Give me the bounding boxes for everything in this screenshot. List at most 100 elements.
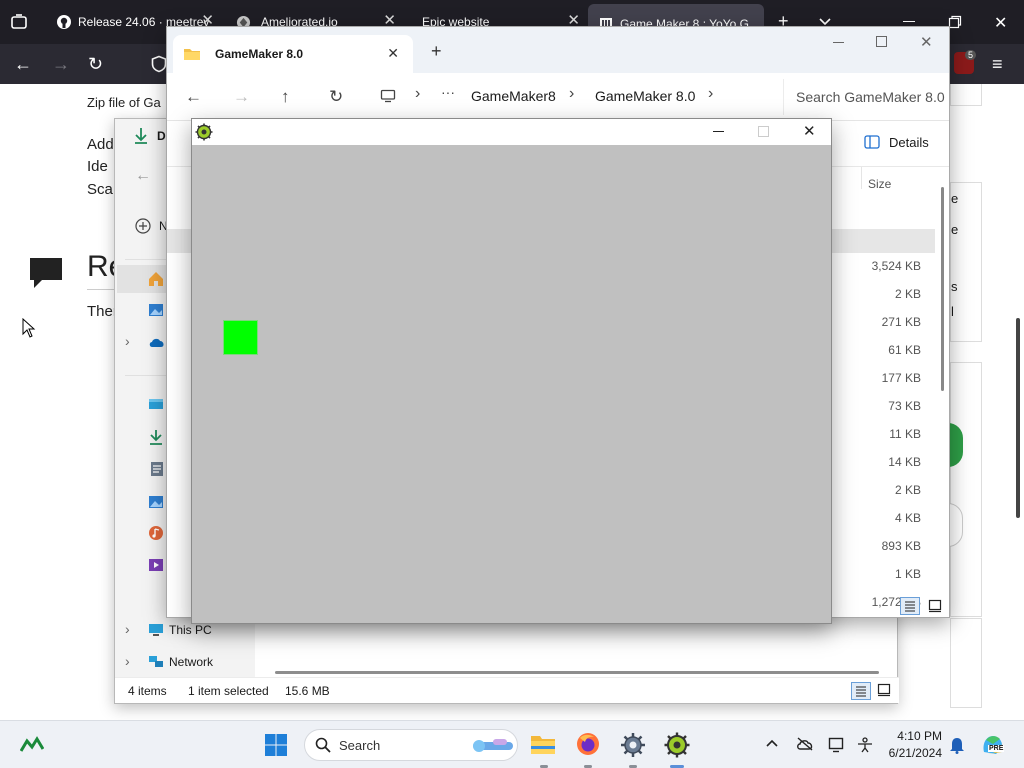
clock-time[interactable]: 4:10 PM xyxy=(880,729,942,743)
search-input[interactable]: Search GameMaker 8.0 xyxy=(783,79,949,115)
video-icon xyxy=(148,558,164,572)
file-size: 2 KB xyxy=(894,287,921,301)
new-icon[interactable] xyxy=(135,218,151,234)
file-size: 73 KB xyxy=(888,399,921,413)
tab-overview-icon[interactable] xyxy=(10,13,28,31)
mouse-cursor-icon xyxy=(22,318,36,338)
reload-icon[interactable]: ↻ xyxy=(88,55,103,73)
explorer-nav-bar: ← → ↑ ↻ › ··· GameMaker8 › GameMaker 8.0… xyxy=(167,73,949,121)
chevron-right-icon[interactable]: › xyxy=(708,85,713,103)
firefox-icon[interactable] xyxy=(576,732,600,756)
tiles-view-button[interactable] xyxy=(877,683,891,697)
gallery-icon xyxy=(148,302,164,318)
chevron-right-icon[interactable]: › xyxy=(415,85,420,103)
explorer-tab-title: GameMaker 8.0 xyxy=(215,47,304,61)
file-size: 3,524 KB xyxy=(871,259,921,273)
status-item-count: 4 items xyxy=(128,684,167,698)
close-window-icon[interactable]: ✕ xyxy=(803,122,816,140)
github-icon xyxy=(56,14,72,30)
horizontal-scrollbar[interactable] xyxy=(275,671,879,674)
search-label: Search xyxy=(339,738,381,753)
tiles-view-button[interactable] xyxy=(928,599,942,613)
details-view-button[interactable] xyxy=(851,682,871,700)
game-canvas[interactable] xyxy=(192,145,831,623)
page-fragment: s xyxy=(951,279,958,294)
chevron-right-icon[interactable]: › xyxy=(125,333,130,349)
forward-icon[interactable]: → xyxy=(233,88,250,105)
maximize-icon[interactable] xyxy=(758,126,769,137)
page-fragment: e xyxy=(951,222,959,237)
ublock-extension-icon[interactable]: 5 xyxy=(954,50,976,74)
page-text-ide: Ide xyxy=(87,158,108,175)
forward-icon[interactable]: → xyxy=(52,55,70,73)
chevron-up-icon[interactable] xyxy=(765,738,779,748)
monitor-icon[interactable] xyxy=(380,89,396,103)
taskbar-search[interactable]: Search xyxy=(304,729,518,761)
page-text-zip: Zip file of Ga xyxy=(87,95,161,110)
player-block xyxy=(224,321,257,354)
menu-icon[interactable]: ≡ xyxy=(992,55,1003,73)
clock-date[interactable]: 6/21/2024 xyxy=(870,746,942,760)
page-fragment: e xyxy=(951,191,959,206)
breadcrumb-item[interactable]: GameMaker8 xyxy=(471,88,556,104)
chevron-right-icon[interactable]: › xyxy=(569,85,574,103)
chevron-right-icon[interactable]: › xyxy=(125,621,130,637)
sidebar-item-network[interactable]: › Network xyxy=(115,649,255,675)
page-card-edge xyxy=(933,362,982,617)
more-icon[interactable]: ··· xyxy=(441,84,455,100)
search-placeholder: Search GameMaker 8.0 xyxy=(796,89,945,105)
close-window-icon[interactable]: ✕ xyxy=(920,33,933,51)
refresh-icon[interactable]: ↻ xyxy=(329,88,343,105)
page-card-edge xyxy=(950,618,982,708)
network-icon xyxy=(148,655,164,669)
computer-icon xyxy=(148,623,164,637)
up-icon[interactable]: ↑ xyxy=(281,88,290,105)
comment-icon xyxy=(28,256,64,290)
widgets-icon[interactable] xyxy=(20,735,44,755)
close-tab-icon[interactable]: ✕ xyxy=(387,45,399,62)
close-window-icon[interactable]: ✕ xyxy=(994,13,1007,33)
download-icon xyxy=(149,429,163,445)
file-size: 11 KB xyxy=(889,427,921,441)
file-size: 4 KB xyxy=(894,511,921,525)
chevron-right-icon[interactable]: › xyxy=(125,653,130,669)
details-view-button[interactable] xyxy=(900,597,920,615)
restore-icon[interactable] xyxy=(948,15,962,29)
explorer-tab[interactable]: GameMaker 8.0 ✕ xyxy=(173,35,413,73)
notification-bell-icon[interactable] xyxy=(949,736,965,754)
download-icon xyxy=(133,127,149,145)
settings-gear-icon[interactable] xyxy=(620,732,646,758)
minimize-icon[interactable] xyxy=(833,42,844,43)
status-bar: 4 items 1 item selected 15.6 MB xyxy=(115,677,899,703)
copilot-icon[interactable]: PRE xyxy=(980,732,1006,758)
file-explorer-icon[interactable] xyxy=(530,733,556,755)
minimize-icon[interactable] xyxy=(713,131,724,132)
explorer-title-bar: GameMaker 8.0 ✕ + ✕ xyxy=(167,27,949,73)
desktop-icon xyxy=(148,398,164,412)
file-size: 271 KB xyxy=(881,315,921,329)
file-size: 61 KB xyxy=(888,343,921,357)
page-card-edge xyxy=(950,84,982,106)
cloud-offline-icon[interactable] xyxy=(796,737,814,751)
details-pane-icon[interactable] xyxy=(864,135,880,149)
maximize-icon[interactable] xyxy=(876,36,887,47)
display-icon[interactable] xyxy=(828,737,846,753)
new-tab-icon[interactable]: + xyxy=(431,41,442,62)
breadcrumb-item[interactable]: GameMaker 8.0 xyxy=(595,88,695,104)
game-window[interactable]: ✕ xyxy=(191,118,832,624)
minimize-icon[interactable] xyxy=(903,21,915,22)
back-icon[interactable]: ← xyxy=(14,55,32,73)
column-divider xyxy=(861,167,862,189)
start-icon[interactable] xyxy=(264,733,288,757)
page-card-edge: e e s l xyxy=(950,182,982,342)
page-scrollbar-thumb[interactable] xyxy=(1016,318,1020,518)
document-icon xyxy=(150,461,164,477)
back-icon[interactable]: ← xyxy=(135,167,151,185)
file-size: 14 KB xyxy=(888,455,921,469)
gamemaker-taskbar-icon[interactable] xyxy=(664,732,690,758)
size-column-header[interactable]: Size xyxy=(868,177,891,191)
details-button[interactable]: Details xyxy=(889,135,929,150)
file-size: 1 KB xyxy=(894,567,921,581)
back-icon[interactable]: ← xyxy=(185,88,202,105)
vertical-scrollbar[interactable] xyxy=(941,187,944,391)
